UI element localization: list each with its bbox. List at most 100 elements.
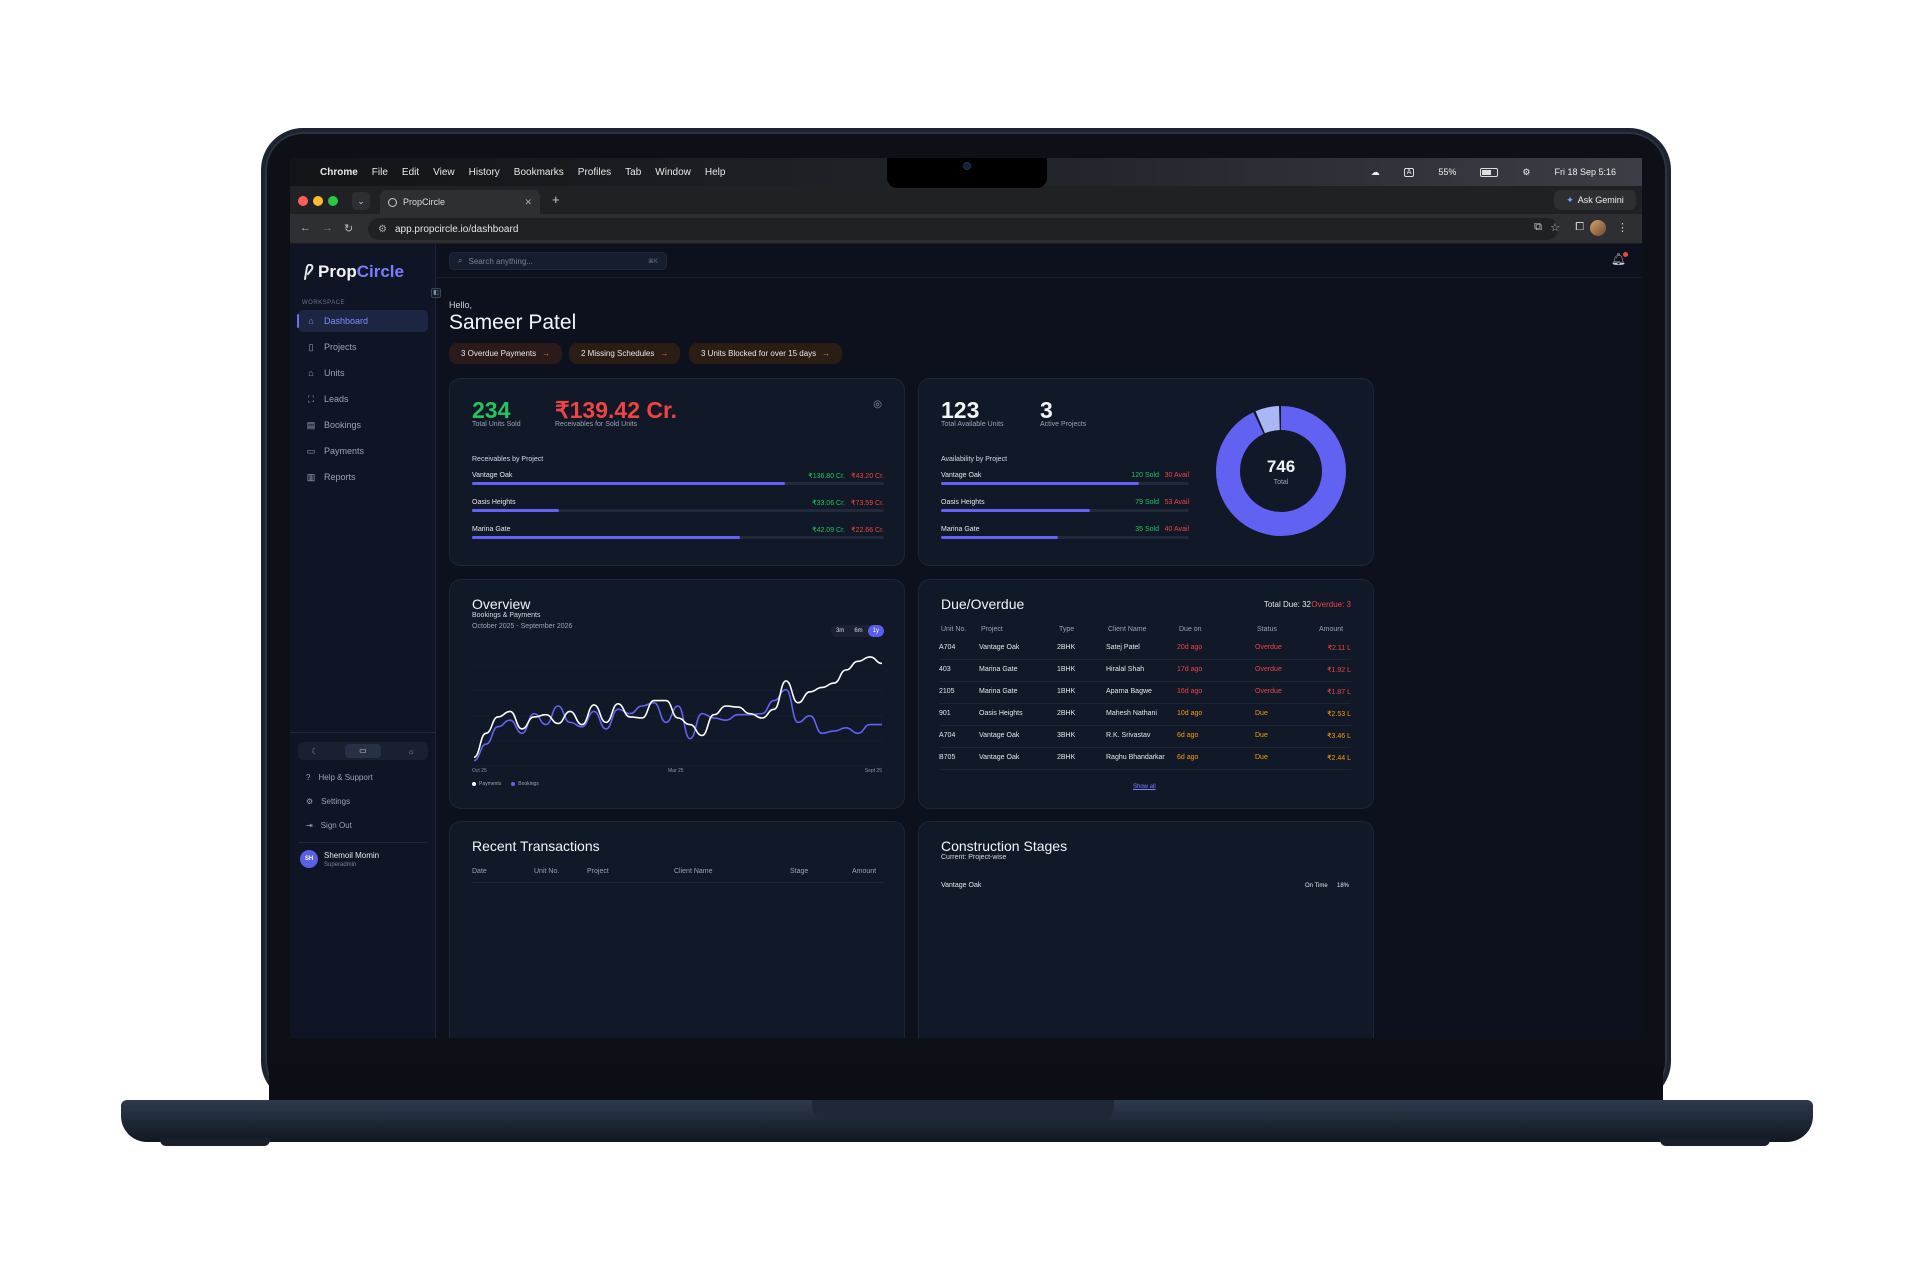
range-3m[interactable]: 3m — [831, 625, 849, 637]
menu-bookmarks[interactable]: Bookmarks — [514, 167, 564, 178]
browser-menu-icon[interactable]: ⋮ — [1617, 221, 1628, 234]
table-row[interactable]: 403 Marina Gate 1BHK Hiralal Shah 17d ago Ove… — [939, 660, 1351, 682]
install-app-icon[interactable]: ⧉ — [1534, 221, 1542, 234]
table-cell: B705 — [939, 754, 956, 761]
menu-window[interactable]: Window — [655, 167, 691, 178]
menu-profiles[interactable]: Profiles — [578, 167, 611, 178]
hide-values-icon[interactable]: ◎ — [873, 399, 882, 410]
sidebar-item-label: Payments — [324, 446, 365, 456]
search-input[interactable]: ⌕ Search anything... ⌘K — [449, 252, 667, 270]
reload-icon[interactable]: ↻ — [344, 222, 353, 235]
moon-icon[interactable]: ☾ — [311, 747, 318, 756]
legend-label: Payments — [479, 781, 502, 787]
x-tick-label: Sept 25 — [864, 768, 882, 774]
address-bar[interactable]: ⚙ app.propcircle.io/dashboard — [368, 218, 1558, 240]
menu-tab[interactable]: Tab — [625, 167, 641, 178]
site-info-icon[interactable]: ⚙ — [378, 224, 387, 235]
table-cell: 2BHK — [1057, 754, 1076, 761]
bell-icon[interactable]: 🔔︎ — [1611, 252, 1628, 266]
menu-history[interactable]: History — [469, 167, 500, 178]
sign-out-link[interactable]: ⇥ Sign Out — [298, 816, 428, 834]
tab-search-icon[interactable]: ⌄ — [352, 192, 370, 210]
available-units-label: Total Available Units — [941, 421, 1004, 428]
monitor-icon[interactable]: ▭ — [344, 744, 381, 758]
menu-view[interactable]: View — [433, 167, 455, 178]
main-content: ⌕ Search anything... ⌘K 🔔︎ Hello, Sameer… — [437, 244, 1642, 1038]
show-all-link[interactable]: Show all — [1133, 784, 1156, 790]
back-icon[interactable]: ← — [300, 222, 311, 234]
legend-bookings: Bookings — [511, 781, 539, 787]
ask-gemini-button[interactable]: ✦ Ask Gemini — [1554, 190, 1636, 210]
alert-overdue-payments[interactable]: 3 Overdue Payments → — [449, 343, 563, 364]
column-header: Amount — [1319, 626, 1344, 633]
sidebar-item-leads[interactable]: ⛶ Leads — [298, 388, 428, 410]
alert-missing-schedules[interactable]: 2 Missing Schedules → — [569, 343, 681, 364]
menu-edit[interactable]: Edit — [402, 167, 419, 178]
table-cell: 17d ago — [1177, 666, 1203, 673]
construction-status: On Time — [1305, 883, 1328, 889]
menu-file[interactable]: File — [372, 167, 388, 178]
bookmark-star-icon[interactable]: ☆ — [1550, 221, 1560, 234]
cloud-icon[interactable]: ☁ — [1371, 167, 1380, 178]
sidebar-item-payments[interactable]: ▭ Payments — [298, 440, 428, 462]
table-row[interactable]: 901 Oasis Heights 2BHK Mahesh Nathani 10d ag… — [939, 704, 1351, 726]
help-support-link[interactable]: ? Help & Support — [298, 768, 428, 786]
minimize-window-button[interactable] — [313, 196, 323, 206]
construction-project-name: Vantage Oak — [941, 882, 982, 889]
header-divider — [472, 882, 884, 883]
user-profile[interactable]: SH Shemoil Momin Superadmin — [300, 850, 379, 868]
control-center-icon[interactable]: ⚙ — [1522, 167, 1530, 178]
menubar-clock[interactable]: Fri 18 Sep 5:16 — [1554, 167, 1616, 177]
project-row: Oasis Heights 79 Sold 53 Avail — [941, 499, 1189, 517]
close-window-button[interactable] — [298, 196, 308, 206]
active-projects-value: 3 — [1040, 397, 1053, 423]
maximize-window-button[interactable] — [328, 196, 338, 206]
table-cell: 901 — [939, 710, 951, 717]
project-value-secondary: 53 Avail — [1164, 499, 1189, 506]
user-role: Superadmin — [324, 861, 357, 868]
theme-switcher: ☾ ▭ ☼ — [298, 742, 428, 760]
table-row[interactable]: A704 Vantage Oak 3BHK R.K. Srivastav 6d ago D… — [939, 726, 1351, 748]
new-tab-icon[interactable]: + — [552, 192, 560, 207]
sidebar-item-dashboard[interactable]: ⌂ Dashboard — [297, 310, 428, 332]
table-cell: Overdue — [1255, 644, 1282, 651]
battery-icon[interactable] — [1480, 167, 1499, 177]
column-header: Project — [587, 868, 609, 875]
laptop-foot — [160, 1138, 270, 1146]
collapse-sidebar-icon[interactable]: ◧ — [431, 288, 441, 298]
table-cell: 10d ago — [1177, 710, 1203, 717]
gemini-icon: ✦ — [1566, 194, 1574, 205]
range-6m[interactable]: 6m — [849, 625, 867, 637]
sidebar-item-bookings[interactable]: ▤ Bookings — [298, 414, 428, 436]
battery-percent: 55% — [1438, 167, 1457, 177]
overdue-count: Overdue: 3 — [1311, 600, 1351, 609]
progress-track — [941, 509, 1189, 512]
overview-card: Overview Bookings & Payments October 202… — [449, 579, 905, 809]
table-row[interactable]: A704 Vantage Oak 2BHK Satej Patel 20d ago Ove… — [939, 638, 1351, 660]
extensions-icon[interactable]: ⧠ — [1575, 221, 1584, 234]
notification-dot — [1623, 252, 1628, 257]
sun-icon[interactable]: ☼ — [407, 747, 414, 756]
sidebar-item-units[interactable]: ⌂ Units — [298, 362, 428, 384]
menu-help[interactable]: Help — [705, 167, 726, 178]
menu-chrome[interactable]: Chrome — [320, 167, 358, 178]
settings-link[interactable]: ⚙ Settings — [298, 792, 428, 810]
x-tick-label: Oct 25 — [472, 768, 487, 774]
ask-gemini-label: Ask Gemini — [1577, 195, 1624, 205]
alert-units-blocked[interactable]: 3 Units Blocked for over 15 days → — [689, 343, 843, 364]
page-title: Sameer Patel — [449, 311, 577, 334]
range-1y[interactable]: 1y — [867, 625, 884, 637]
table-row[interactable]: 2105 Marina Gate 1BHK Aparna Bagwe 16d ago Ov… — [939, 682, 1351, 704]
sidebar-item-reports[interactable]: ▥ Reports — [298, 466, 428, 488]
table-row[interactable]: B705 Vantage Oak 2BHK Raghu Bhandarkar 6d ag… — [939, 748, 1351, 770]
forward-icon[interactable]: → — [322, 222, 333, 234]
close-tab-icon[interactable]: ✕ — [524, 197, 532, 208]
browser-tab[interactable]: PropCircle ✕ — [380, 190, 540, 214]
table-cell: ₹2.53 L — [1327, 711, 1351, 718]
profile-avatar[interactable] — [1590, 220, 1606, 236]
brand-logo[interactable]: Prop Circle — [302, 262, 404, 282]
brand-name-second: Circle — [356, 262, 404, 281]
sidebar-item-projects[interactable]: ▯ Projects — [298, 336, 428, 358]
series-line-bookings — [473, 688, 882, 762]
input-source-icon[interactable]: A — [1403, 167, 1415, 177]
